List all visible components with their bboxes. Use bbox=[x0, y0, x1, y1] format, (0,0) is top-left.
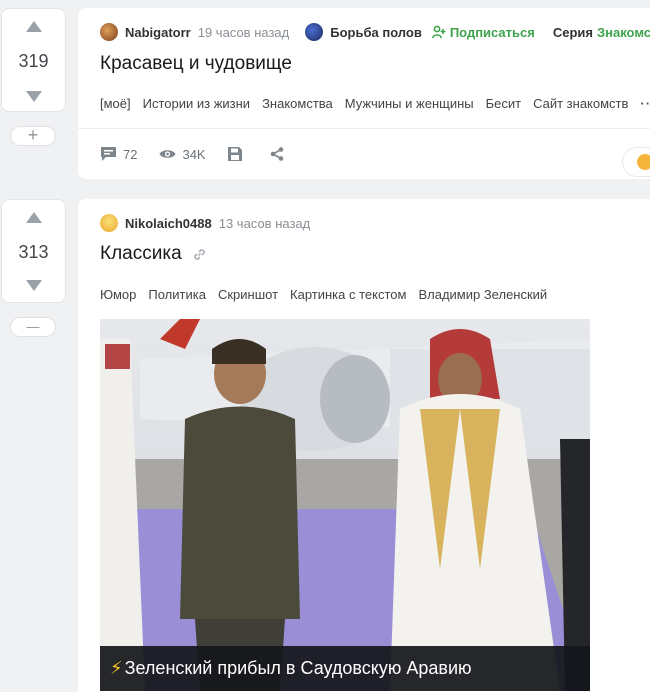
vote-down-icon[interactable] bbox=[25, 91, 42, 102]
divider bbox=[78, 128, 650, 129]
tag[interactable]: Политика bbox=[148, 287, 206, 302]
tag[interactable]: Знакомства bbox=[262, 96, 333, 111]
post1-vote-count: 319 bbox=[18, 51, 49, 71]
avatar[interactable] bbox=[100, 23, 118, 41]
lightning-icon: ⚡ bbox=[110, 658, 123, 678]
author-name[interactable]: Nikolaich0488 bbox=[125, 216, 212, 231]
post-image[interactable]: ⚡ Зеленский прибыл в Саудовскую Аравию bbox=[100, 319, 590, 691]
vote-up-icon[interactable] bbox=[25, 212, 42, 223]
post2-minus-button[interactable]: — bbox=[10, 317, 56, 337]
subscribe-button[interactable]: Подписаться bbox=[431, 24, 535, 40]
post1-tags: [моё] Истории из жизни Знакомства Мужчин… bbox=[100, 96, 650, 111]
tag[interactable]: Истории из жизни bbox=[143, 96, 250, 111]
post-time: 19 часов назад bbox=[197, 24, 290, 40]
post2-card: Nikolaich0488 13 часов назад Классика Юм… bbox=[78, 199, 650, 692]
subscribe-label: Подписаться bbox=[449, 24, 535, 40]
tag[interactable]: Скриншот bbox=[218, 287, 278, 302]
author-name[interactable]: Nabigatorr bbox=[125, 25, 191, 40]
chain-link-icon[interactable] bbox=[192, 247, 207, 262]
post1-card: Nabigatorr 19 часов назад Борьба полов П… bbox=[78, 8, 650, 179]
views-counter: 34K bbox=[159, 146, 206, 162]
photo-illustration bbox=[100, 319, 590, 691]
smile-emoji-icon bbox=[637, 154, 650, 170]
tag[interactable]: Юмор bbox=[100, 287, 136, 302]
post2-meta: Nikolaich0488 13 часов назад bbox=[100, 213, 326, 233]
post1-actions: 72 34K bbox=[100, 146, 312, 162]
post2-vote-count: 313 bbox=[18, 242, 49, 262]
speech-bubble-icon bbox=[101, 147, 116, 161]
vote-down-icon[interactable] bbox=[25, 280, 42, 291]
vote-up-icon[interactable] bbox=[25, 21, 42, 32]
tag[interactable]: Мужчины и женщины bbox=[345, 96, 474, 111]
save-button[interactable] bbox=[227, 147, 248, 161]
tag[interactable]: Сайт знакомств bbox=[533, 96, 628, 111]
eye-icon bbox=[159, 150, 176, 158]
series-label: Серия bbox=[552, 24, 593, 40]
post1-title[interactable]: Красавец и чудовище bbox=[100, 53, 292, 75]
share-nodes-icon bbox=[270, 147, 283, 161]
share-button[interactable] bbox=[270, 147, 290, 161]
comments-count: 72 bbox=[123, 146, 138, 162]
post1-meta: Nabigatorr 19 часов назад Борьба полов П… bbox=[100, 22, 650, 42]
views-count: 34K bbox=[182, 146, 206, 162]
post-time: 13 часов назад bbox=[218, 215, 311, 231]
avatar[interactable] bbox=[100, 214, 118, 232]
image-caption: ⚡ Зеленский прибыл в Саудовскую Аравию bbox=[100, 646, 590, 691]
community-avatar[interactable] bbox=[305, 23, 324, 41]
tag[interactable]: Владимир Зеленский bbox=[418, 287, 547, 302]
comments-button[interactable]: 72 bbox=[100, 146, 137, 162]
post2-tags: Юмор Политика Скриншот Картинка с тексто… bbox=[100, 287, 559, 302]
person-plus-icon bbox=[431, 25, 446, 39]
post2-vote-box: 313 bbox=[1, 199, 66, 303]
community-name[interactable]: Борьба полов bbox=[330, 25, 422, 40]
more-tags-button[interactable]: ··· bbox=[640, 96, 650, 111]
post-title-text[interactable]: Классика bbox=[100, 243, 182, 265]
series-name[interactable]: Знакомства bbox=[597, 25, 650, 40]
tag[interactable]: Картинка с текстом bbox=[290, 287, 406, 302]
tag[interactable]: Бесит bbox=[486, 96, 521, 111]
caption-text: Зеленский прибыл в Саудовскую Аравию bbox=[124, 658, 472, 678]
post1-vote-box: 319 bbox=[1, 8, 66, 112]
floppy-disk-icon bbox=[227, 147, 242, 161]
post2-title: Классика bbox=[100, 243, 207, 265]
tag[interactable]: [моё] bbox=[100, 96, 131, 111]
post1-add-button[interactable]: + bbox=[10, 126, 56, 146]
reaction-button[interactable] bbox=[622, 147, 650, 177]
